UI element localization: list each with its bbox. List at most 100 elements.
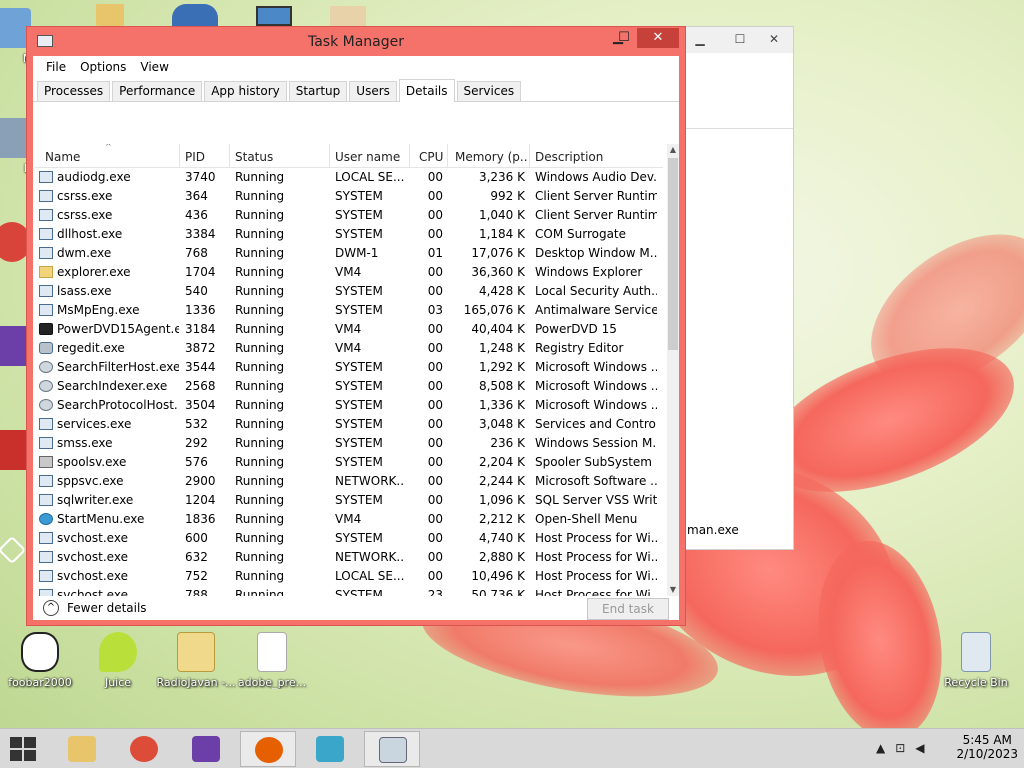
desktop-icon-adobe[interactable]: adobe_pre... bbox=[232, 632, 312, 689]
column-separator[interactable] bbox=[329, 144, 330, 168]
start-button[interactable] bbox=[10, 737, 36, 761]
taskbar-task-manager[interactable] bbox=[364, 731, 420, 767]
window-content: File Options View Processes Performance … bbox=[33, 56, 679, 620]
table-row[interactable]: SearchIndexer.exe 2568 Running SYSTEM 00 8,50… bbox=[35, 377, 663, 396]
maximize-button[interactable]: ☐ bbox=[727, 31, 753, 47]
desktop-icon-radiojavan[interactable]: RadioJavan -... bbox=[156, 632, 236, 689]
end-task-button[interactable]: End task bbox=[587, 598, 669, 620]
process-pid: 768 bbox=[185, 246, 208, 260]
scroll-up-arrow-icon[interactable]: ▲ bbox=[667, 144, 679, 156]
process-cpu: 00 bbox=[427, 455, 443, 469]
table-row[interactable]: SearchFilterHost.exe 3544 Running SYSTEM 00 1… bbox=[35, 358, 663, 377]
process-user: SYSTEM bbox=[335, 189, 383, 203]
table-row[interactable]: StartMenu.exe 1836 Running VM4 00 2,212 K Open… bbox=[35, 510, 663, 529]
process-name: audiodg.exe bbox=[57, 170, 131, 184]
column-separator[interactable] bbox=[529, 144, 530, 168]
column-header-status[interactable]: Status bbox=[235, 150, 273, 164]
taskbar-firefox[interactable] bbox=[240, 731, 296, 767]
column-separator[interactable] bbox=[409, 144, 410, 168]
table-row[interactable]: services.exe 532 Running SYSTEM 00 3,048 K Ser… bbox=[35, 415, 663, 434]
process-pid: 3740 bbox=[185, 170, 216, 184]
close-button[interactable]: ✕ bbox=[761, 31, 787, 47]
table-row[interactable]: sqlwriter.exe 1204 Running SYSTEM 00 1,096 K S… bbox=[35, 491, 663, 510]
table-row[interactable]: svchost.exe 600 Running SYSTEM 00 4,740 K Host… bbox=[35, 529, 663, 548]
firefox-icon bbox=[255, 737, 283, 763]
table-row[interactable]: PowerDVD15Agent.e... 3184 Running VM4 00 40,4… bbox=[35, 320, 663, 339]
column-header-pid[interactable]: PID bbox=[185, 150, 205, 164]
taskbar-file-explorer[interactable] bbox=[54, 731, 110, 767]
table-row[interactable]: spoolsv.exe 576 Running SYSTEM 00 2,204 K Spoo… bbox=[35, 453, 663, 472]
desktop-icon-recycle-bin[interactable]: Recycle Bin bbox=[936, 632, 1016, 689]
table-row[interactable]: svchost.exe 788 Running SYSTEM 23 50,736 K Hos… bbox=[35, 586, 663, 596]
monitor-icon[interactable] bbox=[256, 6, 292, 26]
table-row[interactable]: dwm.exe 768 Running DWM-1 01 17,076 K Desktop … bbox=[35, 244, 663, 263]
table-row[interactable]: smss.exe 292 Running SYSTEM 00 236 K Windows S… bbox=[35, 434, 663, 453]
background-window-titlebar[interactable]: ▁ ☐ ✕ bbox=[683, 27, 793, 53]
column-separator[interactable] bbox=[229, 144, 230, 168]
maximize-button[interactable]: ☐ bbox=[611, 28, 637, 48]
taskbar-app[interactable] bbox=[302, 731, 358, 767]
scroll-down-arrow-icon[interactable]: ▼ bbox=[667, 584, 679, 596]
desktop-icon-foobar2000[interactable]: foobar2000 bbox=[0, 632, 80, 689]
fewer-details-button[interactable]: ^ Fewer details bbox=[43, 600, 147, 616]
tab-performance[interactable]: Performance bbox=[112, 81, 203, 101]
sort-arrow-icon: ^ bbox=[105, 144, 112, 151]
menu-file[interactable]: File bbox=[39, 60, 73, 74]
folder-icon[interactable] bbox=[96, 4, 124, 26]
clock[interactable]: 5:45 AM 2/10/2023 bbox=[956, 733, 1018, 761]
table-row[interactable]: sppsvc.exe 2900 Running NETWORK... 00 2,244 K… bbox=[35, 472, 663, 491]
table-row[interactable]: svchost.exe 632 Running NETWORK... 00 2,880 K… bbox=[35, 548, 663, 567]
scrollbar-thumb[interactable] bbox=[668, 158, 678, 350]
package-icon[interactable] bbox=[330, 6, 366, 26]
tab-users[interactable]: Users bbox=[349, 81, 397, 101]
app-icon[interactable] bbox=[172, 4, 218, 26]
minimize-button[interactable]: ▁ bbox=[687, 31, 713, 47]
close-button[interactable]: ✕ bbox=[637, 28, 679, 48]
process-memory: 1,336 K bbox=[478, 398, 525, 412]
column-separator[interactable] bbox=[447, 144, 448, 168]
background-window[interactable]: ▁ ☐ ✕ man.exe bbox=[682, 26, 794, 550]
menu-options[interactable]: Options bbox=[73, 60, 133, 74]
table-row[interactable]: csrss.exe 436 Running SYSTEM 00 1,040 K Client… bbox=[35, 206, 663, 225]
process-memory: 165,076 K bbox=[463, 303, 525, 317]
table-row[interactable]: explorer.exe 1704 Running VM4 00 36,360 K Wind… bbox=[35, 263, 663, 282]
task-manager-window[interactable]: Task Manager ▁ ☐ ✕ File Options View Pro… bbox=[26, 26, 686, 626]
table-row[interactable]: csrss.exe 364 Running SYSTEM 00 992 K Client S… bbox=[35, 187, 663, 206]
process-pid: 3384 bbox=[185, 227, 216, 241]
vertical-scrollbar[interactable]: ▲ ▼ bbox=[667, 144, 679, 596]
table-row[interactable]: audiodg.exe 3740 Running LOCAL SE... 00 3,236… bbox=[35, 168, 663, 187]
process-pid: 1336 bbox=[185, 303, 216, 317]
table-row[interactable]: dllhost.exe 3384 Running SYSTEM 00 1,184 K COM… bbox=[35, 225, 663, 244]
column-separator[interactable] bbox=[179, 144, 180, 168]
titlebar[interactable]: Task Manager ▁ ☐ ✕ bbox=[27, 27, 685, 55]
system-tray-icons[interactable]: ▲⊡◀ bbox=[876, 741, 935, 755]
column-header-cpu[interactable]: CPU bbox=[419, 150, 443, 164]
table-row[interactable]: SearchProtocolHost.... 3504 Running SYSTEM 0… bbox=[35, 396, 663, 415]
column-header-description[interactable]: Description bbox=[535, 150, 603, 164]
tab-app-history[interactable]: App history bbox=[204, 81, 287, 101]
table-row[interactable]: lsass.exe 540 Running SYSTEM 00 4,428 K Local … bbox=[35, 282, 663, 301]
process-description: Client Server Runtim... bbox=[535, 189, 657, 203]
process-user: VM4 bbox=[335, 265, 362, 279]
tab-details[interactable]: Details bbox=[398, 79, 455, 102]
search-icon bbox=[39, 361, 53, 373]
menu-view[interactable]: View bbox=[133, 60, 175, 74]
tab-startup[interactable]: Startup bbox=[288, 81, 348, 101]
column-header-user-name[interactable]: User name bbox=[335, 150, 400, 164]
table-row[interactable]: regedit.exe 3872 Running VM4 00 1,248 K Regist… bbox=[35, 339, 663, 358]
taskbar-chrome[interactable] bbox=[116, 731, 172, 767]
tab-processes[interactable]: Processes bbox=[37, 81, 111, 101]
tab-services[interactable]: Services bbox=[456, 81, 522, 101]
process-name: svchost.exe bbox=[57, 550, 128, 564]
column-header-memory[interactable]: Memory (p... bbox=[455, 150, 527, 164]
table-row[interactable]: MsMpEng.exe 1336 Running SYSTEM 03 165,076 K A… bbox=[35, 301, 663, 320]
table-row[interactable]: svchost.exe 752 Running LOCAL SE... 00 10,496… bbox=[35, 567, 663, 586]
chevron-up-icon: ^ bbox=[43, 600, 59, 616]
column-header-name[interactable]: Name bbox=[45, 150, 80, 164]
process-cpu: 00 bbox=[427, 208, 443, 222]
process-status: Running bbox=[235, 265, 285, 279]
taskbar-visual-studio[interactable] bbox=[178, 731, 234, 767]
process-memory: 50,736 K bbox=[471, 588, 525, 596]
desktop-icon-juice[interactable]: Juice bbox=[78, 632, 158, 689]
process-cpu: 00 bbox=[427, 265, 443, 279]
